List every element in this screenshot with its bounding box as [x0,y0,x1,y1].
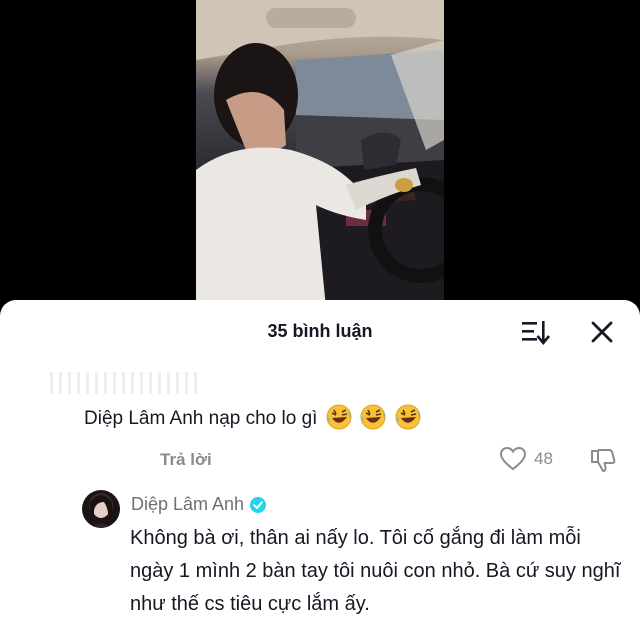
video-thumbnail-image [196,0,444,308]
comments-header: 35 bình luận [0,300,640,364]
rolling-laughing-emoji [395,404,421,430]
reply-author-name[interactable]: Diệp Lâm Anh [131,494,244,515]
video-player[interactable] [0,0,640,308]
comment-text: Diệp Lâm Anh nạp cho lo gì [84,408,318,429]
thumbs-down-icon[interactable] [590,447,616,473]
verified-badge-icon [250,496,267,513]
avatar[interactable] [82,490,120,528]
comment-item: Diệp Lâm Anh nạp cho lo gì [84,404,421,430]
like-count: 48 [534,449,553,468]
sort-icon[interactable] [520,318,551,346]
reply-button[interactable]: Trả lời [160,450,212,470]
blurred-username [50,372,200,394]
heart-icon[interactable] [500,447,526,471]
rolling-laughing-emoji [360,404,386,430]
dislike-button[interactable] [590,447,616,478]
close-icon[interactable] [588,318,616,346]
rolling-laughing-emoji [326,404,352,430]
video-frame[interactable] [196,0,444,308]
reply-text: Không bà ơi, thân ai nấy lo. Tôi cố gắng… [130,527,621,615]
reply-author-row: Diệp Lâm Anh [131,494,267,515]
like-button[interactable]: 48 [500,447,553,471]
